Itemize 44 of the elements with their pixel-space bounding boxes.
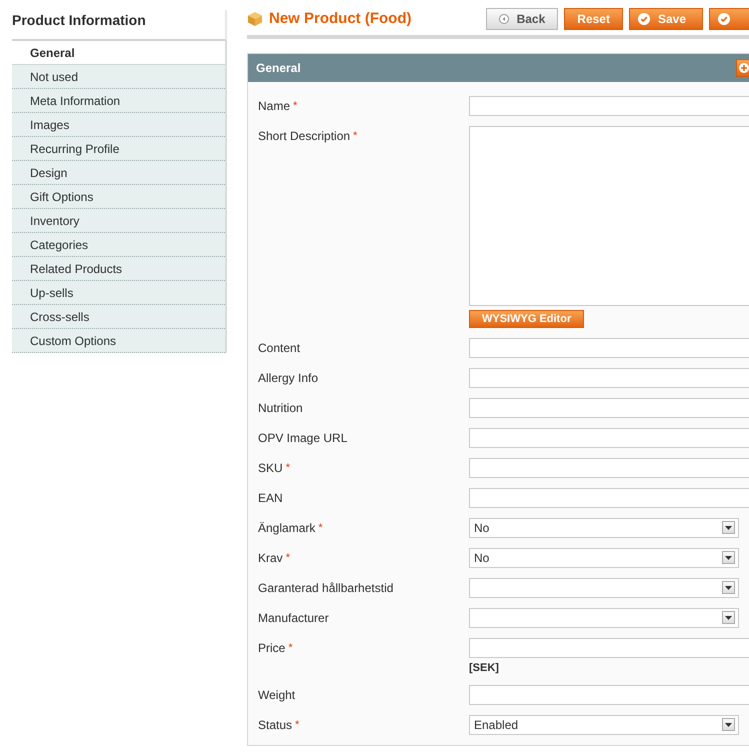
sidebar-tab[interactable]: Design xyxy=(12,161,225,185)
field-label: Name xyxy=(258,98,290,114)
sidebar-tab[interactable]: Up-sells xyxy=(12,281,225,305)
select-value: Enabled xyxy=(474,716,518,734)
sidebar-tab[interactable]: Custom Options xyxy=(12,329,225,353)
required-mark: * xyxy=(293,98,298,114)
field-label: Nutrition xyxy=(258,400,303,416)
sidebar-tab[interactable]: Meta Information xyxy=(12,89,225,113)
select-value: No xyxy=(474,520,490,536)
select-input[interactable]: Enabled xyxy=(469,714,739,734)
sidebar-tab[interactable]: Categories xyxy=(12,233,225,257)
field-label: Status xyxy=(258,716,292,732)
field-label: Krav xyxy=(258,550,283,566)
field-label: SKU xyxy=(258,460,283,476)
required-mark: * xyxy=(286,460,290,476)
page-title: New Product (Food) xyxy=(269,9,412,29)
field-label: Weight xyxy=(258,686,296,702)
sidebar-tab[interactable]: Cross-sells xyxy=(12,305,225,329)
field-label: OPV Image URL xyxy=(258,430,348,446)
back-button[interactable]: Back xyxy=(486,8,558,30)
field-label: Short Description xyxy=(258,128,350,144)
currency-note: [SEK] xyxy=(469,660,500,674)
sidebar-tab[interactable]: Inventory xyxy=(12,209,225,233)
required-mark: * xyxy=(318,520,323,536)
select-input[interactable]: No xyxy=(469,518,739,538)
field-label: Price xyxy=(258,640,286,656)
section-title: General xyxy=(256,60,301,76)
field-label: EAN xyxy=(258,490,283,506)
sidebar-tab[interactable]: Gift Options xyxy=(12,185,225,209)
sidebar-tab[interactable]: Not used xyxy=(12,65,225,89)
required-mark: * xyxy=(288,640,293,656)
required-mark: * xyxy=(353,128,358,144)
select-input[interactable]: No xyxy=(469,548,739,568)
required-mark: * xyxy=(295,718,300,732)
field-label: Allergy Info xyxy=(258,370,318,386)
required-mark: * xyxy=(286,550,290,566)
sidebar-tab[interactable]: Related Products xyxy=(12,257,225,281)
field-label: Garanterad hållbarhetstid xyxy=(258,580,394,596)
sidebar-tab[interactable]: Recurring Profile xyxy=(12,137,225,161)
select-value: No xyxy=(474,550,490,566)
field-label: Änglamark xyxy=(258,520,316,536)
sidebar-tab[interactable]: Images xyxy=(12,113,225,137)
field-label: Content xyxy=(258,340,300,356)
field-label: Manufacturer xyxy=(258,610,329,626)
